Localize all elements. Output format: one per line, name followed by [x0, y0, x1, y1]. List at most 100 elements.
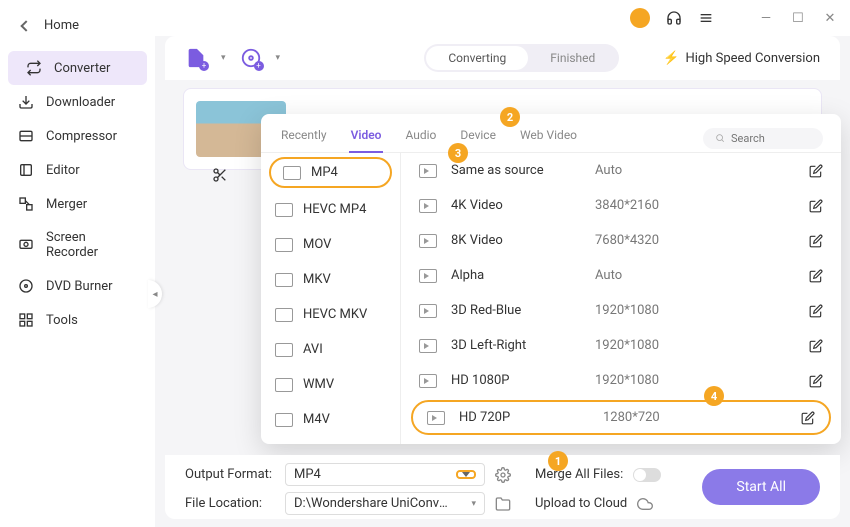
card-tools [202, 161, 238, 189]
nav-compressor[interactable]: Compressor [0, 119, 155, 153]
nav-merger[interactable]: Merger [0, 187, 155, 221]
edit-icon[interactable] [809, 304, 823, 318]
res-same[interactable]: Same as sourceAuto [401, 153, 841, 188]
res-label: HD 1080P [451, 373, 581, 388]
segment-control: Converting Finished [424, 44, 619, 72]
res-720p[interactable]: HD 720P1280*720 [411, 400, 831, 435]
nav-screen-recorder[interactable]: Screen Recorder [0, 221, 155, 269]
search-box[interactable] [703, 128, 823, 149]
format-icon [283, 166, 301, 180]
nav-dvd-burner[interactable]: DVD Burner [0, 269, 155, 303]
cloud-icon[interactable] [637, 496, 653, 512]
format-label: MOV [303, 237, 331, 252]
format-mov[interactable]: MOV [261, 227, 400, 262]
output-format-select[interactable]: MP4 [285, 463, 485, 486]
badge-4: 4 [704, 386, 724, 406]
res-3d-lr[interactable]: 3D Left-Right 1920*1080 [401, 328, 841, 363]
high-speed-link[interactable]: ⚡High Speed Conversion [663, 51, 820, 66]
add-file-button[interactable]: + [185, 47, 207, 69]
edit-icon[interactable] [809, 234, 823, 248]
res-icon [419, 269, 437, 283]
seg-finished[interactable]: Finished [528, 46, 617, 70]
tab-video[interactable]: Video [349, 124, 384, 152]
res-label: HD 720P [459, 410, 589, 425]
start-all-button[interactable]: Start All [702, 469, 820, 505]
nav-editor[interactable]: Editor [0, 153, 155, 187]
search-icon [715, 132, 725, 144]
format-hevc-mkv[interactable]: HEVC MKV [261, 297, 400, 332]
res-icon [419, 304, 437, 318]
panel-body: MP4 HEVC MP4 MOV MKV HEVC MKV AVI WMV M4… [261, 153, 841, 444]
menu-icon[interactable] [698, 10, 714, 26]
format-mkv[interactable]: MKV [261, 262, 400, 297]
edit-icon[interactable] [809, 374, 823, 388]
file-location-label: File Location: [185, 496, 275, 511]
chevron-down-icon[interactable] [456, 470, 476, 479]
res-icon [419, 339, 437, 353]
minimize-button[interactable]: — [758, 10, 774, 26]
merger-icon [18, 196, 34, 212]
res-1080p[interactable]: HD 1080P1920*1080 [401, 363, 841, 398]
edit-icon[interactable] [801, 411, 815, 425]
bolt-icon: ⚡ [663, 51, 679, 66]
edit-icon[interactable] [809, 269, 823, 283]
tab-web[interactable]: Web Video [518, 124, 579, 152]
res-8k[interactable]: 8K Video7680*4320 [401, 223, 841, 258]
res-alpha[interactable]: AlphaAuto [401, 258, 841, 293]
tab-recently[interactable]: Recently [279, 124, 329, 152]
format-hevc-mp4[interactable]: HEVC MP4 [261, 192, 400, 227]
trim-icon[interactable] [212, 167, 228, 183]
chevron-down-icon[interactable]: ▾ [276, 53, 281, 63]
format-avi[interactable]: AVI [261, 332, 400, 367]
res-dim: 3840*2160 [595, 198, 705, 213]
nav-label: DVD Burner [46, 279, 113, 294]
format-panel: Recently Video Audio Device Web Video MP… [261, 114, 841, 444]
format-wmv[interactable]: WMV [261, 367, 400, 402]
chevron-down-icon[interactable]: ▾ [221, 53, 226, 63]
res-dim: 1920*1080 [595, 303, 705, 318]
format-icon [275, 378, 293, 392]
folder-icon[interactable] [495, 496, 511, 512]
res-dim: 1920*1080 [595, 338, 705, 353]
res-icon [427, 411, 445, 425]
format-label: MP4 [311, 165, 338, 180]
format-mp4[interactable]: MP4 [269, 157, 392, 188]
close-button[interactable]: ✕ [822, 10, 838, 26]
resolution-column: Same as sourceAuto 4K Video3840*2160 8K … [401, 153, 841, 444]
tools-icon [18, 312, 34, 328]
maximize-button[interactable]: ☐ [790, 10, 806, 26]
edit-icon[interactable] [809, 199, 823, 213]
res-label: 3D Left-Right [451, 338, 581, 353]
format-icon [275, 308, 293, 322]
res-4k[interactable]: 4K Video3840*2160 [401, 188, 841, 223]
merge-label: Merge All Files: [535, 467, 623, 482]
seg-converting[interactable]: Converting [426, 46, 528, 70]
edit-icon[interactable] [809, 339, 823, 353]
compressor-icon [18, 128, 34, 144]
home-link[interactable]: Home [0, 8, 155, 51]
res-3d-rb[interactable]: 3D Red-Blue 1920*1080 [401, 293, 841, 328]
home-label: Home [44, 18, 79, 33]
support-icon[interactable] [666, 10, 682, 26]
edit-icon[interactable] [809, 164, 823, 178]
dvd-icon [18, 278, 34, 294]
user-avatar[interactable] [630, 8, 650, 28]
file-location-select[interactable]: D:\Wondershare UniConverter 1 ▾ [285, 492, 485, 515]
file-location-value: D:\Wondershare UniConverter 1 [294, 496, 454, 511]
add-disc-button[interactable]: + [240, 47, 262, 69]
res-label: Same as source [451, 163, 581, 178]
panel-tabs: Recently Video Audio Device Web Video [261, 114, 841, 153]
nav-converter[interactable]: Converter [8, 51, 147, 85]
format-label: HEVC MKV [303, 307, 367, 322]
format-m4v[interactable]: M4V [261, 402, 400, 437]
settings-icon[interactable] [495, 467, 511, 483]
nav-label: Compressor [46, 129, 117, 144]
output-format-label: Output Format: [185, 467, 275, 482]
sidebar-collapse[interactable]: ◂ [148, 280, 162, 308]
tab-audio[interactable]: Audio [403, 124, 438, 152]
search-input[interactable] [731, 132, 811, 145]
nav-downloader[interactable]: Downloader [0, 85, 155, 119]
merge-toggle[interactable] [633, 468, 661, 482]
res-label: 3D Red-Blue [451, 303, 581, 318]
nav-tools[interactable]: Tools [0, 303, 155, 337]
